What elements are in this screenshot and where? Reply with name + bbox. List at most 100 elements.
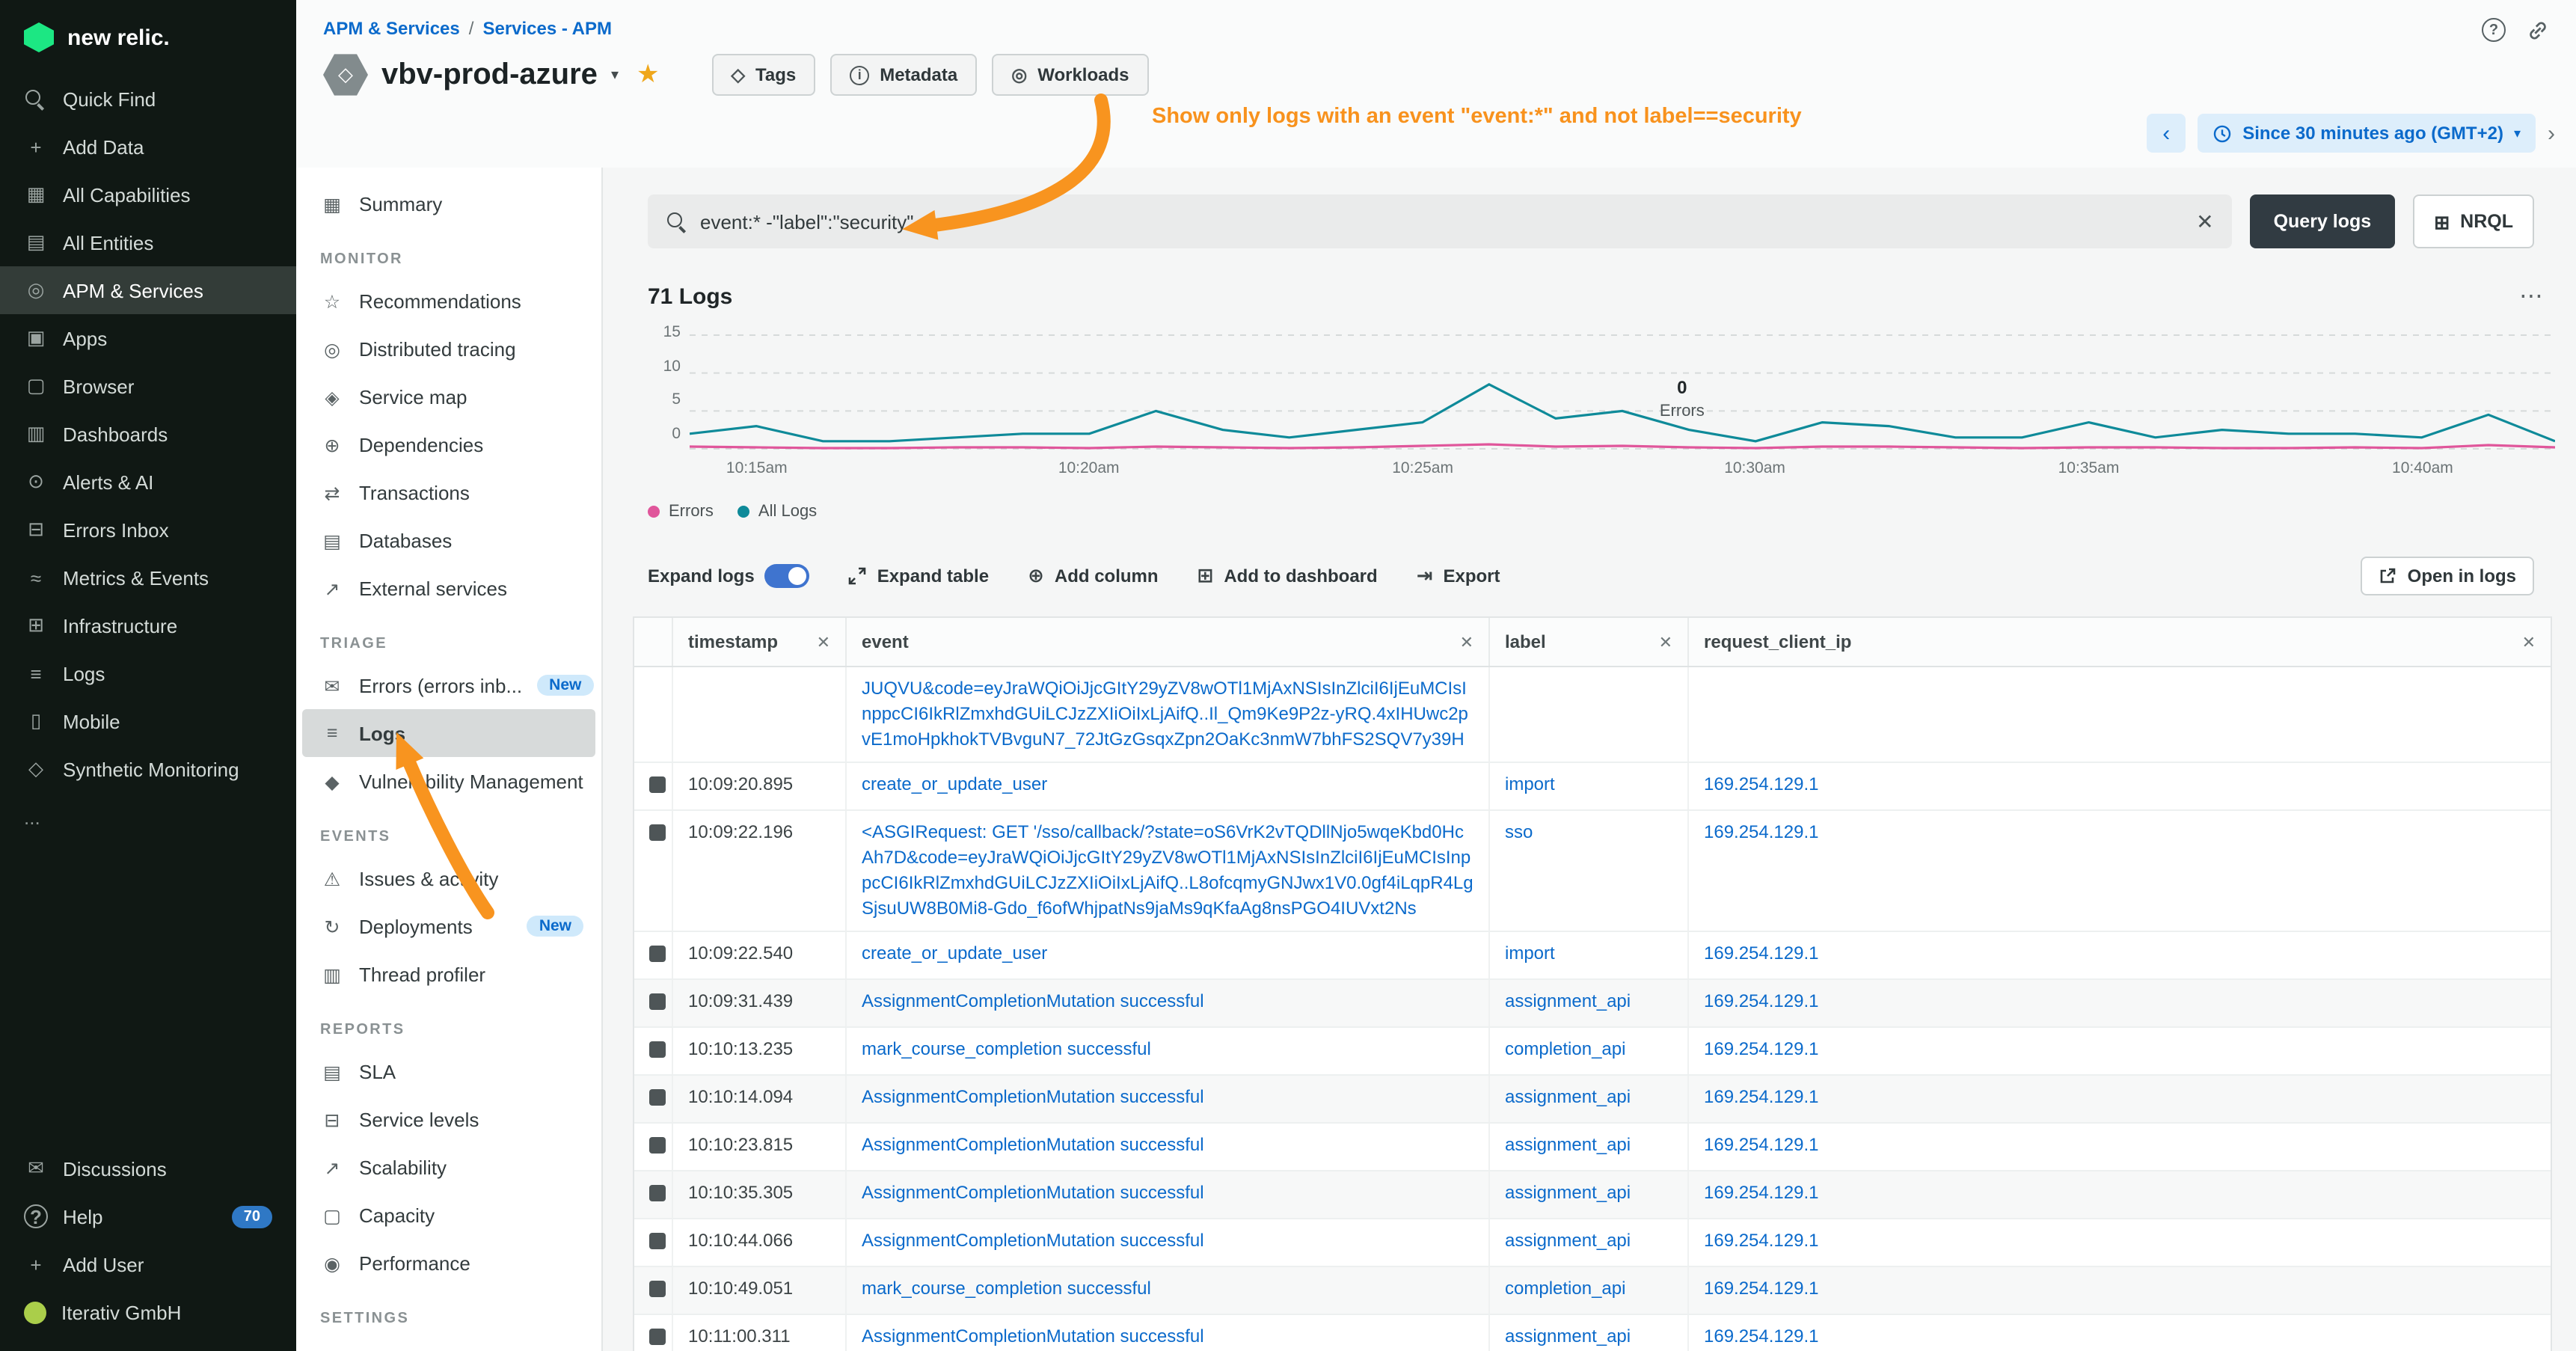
log-event-link[interactable]: mark_course_completion successful: [862, 1278, 1151, 1299]
remove-label-column-icon[interactable]: ✕: [1659, 632, 1672, 652]
log-event-link[interactable]: AssignmentCompletionMutation successful: [862, 1182, 1204, 1203]
table-row[interactable]: 10:09:22.540 create_or_update_user impor…: [634, 932, 2551, 980]
sidebar-item-browser[interactable]: ▢ Browser: [0, 362, 296, 410]
row-select-checkbox[interactable]: [649, 824, 666, 841]
sidebar-item-metrics-events[interactable]: ≈ Metrics & Events: [0, 554, 296, 601]
subnav-item-performance[interactable]: ◉ Performance: [302, 1239, 595, 1287]
entity-chevron-down-icon[interactable]: ▾: [611, 67, 619, 83]
time-picker[interactable]: Since 30 minutes ago (GMT+2) ▾: [2198, 114, 2536, 153]
breadcrumb-apm-services[interactable]: APM & Services: [323, 18, 460, 39]
more-menu-icon[interactable]: ⋯: [2519, 281, 2546, 311]
table-row[interactable]: 10:10:13.235 mark_course_completion succ…: [634, 1028, 2551, 1076]
sidebar-item-more[interactable]: ...: [0, 793, 296, 841]
table-row[interactable]: 10:10:23.815 AssignmentCompletionMutatio…: [634, 1124, 2551, 1171]
log-label-link[interactable]: assignment_api: [1505, 1230, 1631, 1251]
log-label-link[interactable]: assignment_api: [1505, 1134, 1631, 1155]
event-column-header[interactable]: event ✕: [847, 618, 1490, 666]
sidebar-item-help[interactable]: ? Help 70: [0, 1192, 296, 1240]
legend-errors[interactable]: Errors: [648, 503, 714, 521]
log-event-link[interactable]: AssignmentCompletionMutation successful: [862, 1230, 1204, 1251]
log-ip-link[interactable]: 169.254.129.1: [1704, 773, 1819, 794]
subnav-item-deployments[interactable]: ↻ Deployments New: [302, 902, 595, 950]
subnav-item-logs[interactable]: ≡ Logs: [302, 709, 595, 757]
sidebar-item-apm-services[interactable]: ◎ APM & Services: [0, 266, 296, 314]
log-event-link[interactable]: AssignmentCompletionMutation successful: [862, 990, 1204, 1011]
table-row[interactable]: 10:10:44.066 AssignmentCompletionMutatio…: [634, 1219, 2551, 1267]
log-label-link[interactable]: assignment_api: [1505, 1086, 1631, 1107]
log-query-box[interactable]: ✕: [648, 194, 2232, 248]
export-button[interactable]: ⇥ Export: [1417, 564, 1500, 588]
log-label-link[interactable]: sso: [1505, 821, 1533, 842]
table-row[interactable]: 10:09:22.196 <ASGIRequest: GET '/sso/cal…: [634, 811, 2551, 932]
log-label-link[interactable]: assignment_api: [1505, 990, 1631, 1011]
row-select-checkbox[interactable]: [649, 1185, 666, 1201]
log-ip-link[interactable]: 169.254.129.1: [1704, 1038, 1819, 1059]
log-label-link[interactable]: completion_api: [1505, 1278, 1625, 1299]
subnav-item-issues-activity[interactable]: ⚠ Issues & activity: [302, 854, 595, 902]
add-to-dashboard-button[interactable]: ⊞ Add to dashboard: [1197, 564, 1378, 588]
legend-all-logs[interactable]: All Logs: [737, 503, 817, 521]
permalink-icon[interactable]: [2527, 19, 2549, 41]
sidebar-item-mobile[interactable]: ▯ Mobile: [0, 697, 296, 745]
log-event-link[interactable]: JUQVU&code=eyJraWQiOiJjcGItY29yZV8wOTl1M…: [862, 678, 1468, 750]
time-forward-button[interactable]: ›: [2548, 120, 2555, 146]
workloads-button[interactable]: ◎ Workloads: [992, 54, 1148, 96]
remove-timestamp-column-icon[interactable]: ✕: [817, 632, 830, 652]
log-event-link[interactable]: mark_course_completion successful: [862, 1038, 1151, 1059]
sidebar-item-add-data[interactable]: + Add Data: [0, 123, 296, 171]
sidebar-item-add-user[interactable]: + Add User: [0, 1240, 296, 1288]
sidebar-item-logs[interactable]: ≡ Logs: [0, 649, 296, 697]
log-ip-link[interactable]: 169.254.129.1: [1704, 821, 1819, 842]
help-circle-icon[interactable]: ?: [2482, 18, 2506, 42]
row-select-checkbox[interactable]: [649, 1041, 666, 1058]
sidebar-item-all-entities[interactable]: ▤ All Entities: [0, 218, 296, 266]
table-row[interactable]: 10:11:00.311 AssignmentCompletionMutatio…: [634, 1315, 2551, 1351]
log-ip-link[interactable]: 169.254.129.1: [1704, 1134, 1819, 1155]
log-label-link[interactable]: assignment_api: [1505, 1326, 1631, 1347]
table-row[interactable]: 10:10:35.305 AssignmentCompletionMutatio…: [634, 1171, 2551, 1219]
sidebar-item-infrastructure[interactable]: ⊞ Infrastructure: [0, 601, 296, 649]
log-label-link[interactable]: completion_api: [1505, 1038, 1625, 1059]
log-ip-link[interactable]: 169.254.129.1: [1704, 1086, 1819, 1107]
log-label-link[interactable]: assignment_api: [1505, 1182, 1631, 1203]
open-in-logs-button[interactable]: Open in logs: [2361, 557, 2534, 595]
row-select-checkbox[interactable]: [649, 1281, 666, 1297]
subnav-item-capacity[interactable]: ▢ Capacity: [302, 1191, 595, 1239]
subnav-item-errors-inbox[interactable]: ✉ Errors (errors inb... New: [302, 661, 595, 709]
sidebar-item-account[interactable]: Iterativ GmbH: [0, 1288, 296, 1336]
log-event-link[interactable]: create_or_update_user: [862, 773, 1047, 794]
subnav-item-vulnerability-management[interactable]: ◆ Vulnerability Management: [302, 757, 595, 805]
entity-name[interactable]: vbv-prod-azure: [381, 58, 598, 92]
subnav-item-service-map[interactable]: ◈ Service map: [302, 373, 595, 420]
subnav-item-thread-profiler[interactable]: ▥ Thread profiler: [302, 950, 595, 998]
log-ip-link[interactable]: 169.254.129.1: [1704, 1230, 1819, 1251]
row-select-checkbox[interactable]: [649, 776, 666, 793]
subnav-item-summary[interactable]: ▦ Summary: [302, 180, 595, 227]
label-column-header[interactable]: label ✕: [1490, 618, 1689, 666]
sidebar-item-errors-inbox[interactable]: ⊟ Errors Inbox: [0, 506, 296, 554]
row-select-checkbox[interactable]: [649, 1233, 666, 1249]
subnav-item-distributed-tracing[interactable]: ◎ Distributed tracing: [302, 325, 595, 373]
subnav-item-sla[interactable]: ▤ SLA: [302, 1047, 595, 1095]
subnav-item-dependencies[interactable]: ⊕ Dependencies: [302, 420, 595, 468]
tags-button[interactable]: ◇ Tags: [712, 54, 816, 96]
time-back-button[interactable]: ‹: [2147, 114, 2186, 153]
log-query-input[interactable]: [700, 210, 2183, 233]
request-client-ip-column-header[interactable]: request_client_ip ✕: [1689, 618, 2551, 666]
remove-event-column-icon[interactable]: ✕: [1460, 632, 1473, 652]
metadata-button[interactable]: i Metadata: [830, 54, 977, 96]
subnav-item-service-levels[interactable]: ⊟ Service levels: [302, 1095, 595, 1143]
row-select-checkbox[interactable]: [649, 946, 666, 962]
timestamp-column-header[interactable]: timestamp ✕: [673, 618, 847, 666]
log-ip-link[interactable]: 169.254.129.1: [1704, 1182, 1819, 1203]
sidebar-item-alerts-ai[interactable]: ⊙ Alerts & AI: [0, 458, 296, 506]
log-label-link[interactable]: import: [1505, 943, 1555, 964]
row-select-checkbox[interactable]: [649, 1329, 666, 1345]
sidebar-item-all-capabilities[interactable]: ▦ All Capabilities: [0, 171, 296, 218]
table-row[interactable]: 10:10:14.094 AssignmentCompletionMutatio…: [634, 1076, 2551, 1124]
log-event-link[interactable]: <ASGIRequest: GET '/sso/callback/?state=…: [862, 821, 1473, 919]
log-label-link[interactable]: import: [1505, 773, 1555, 794]
log-event-link[interactable]: AssignmentCompletionMutation successful: [862, 1086, 1204, 1107]
nrql-button[interactable]: ⊞ NRQL: [2413, 194, 2534, 248]
sidebar-item-apps[interactable]: ▣ Apps: [0, 314, 296, 362]
